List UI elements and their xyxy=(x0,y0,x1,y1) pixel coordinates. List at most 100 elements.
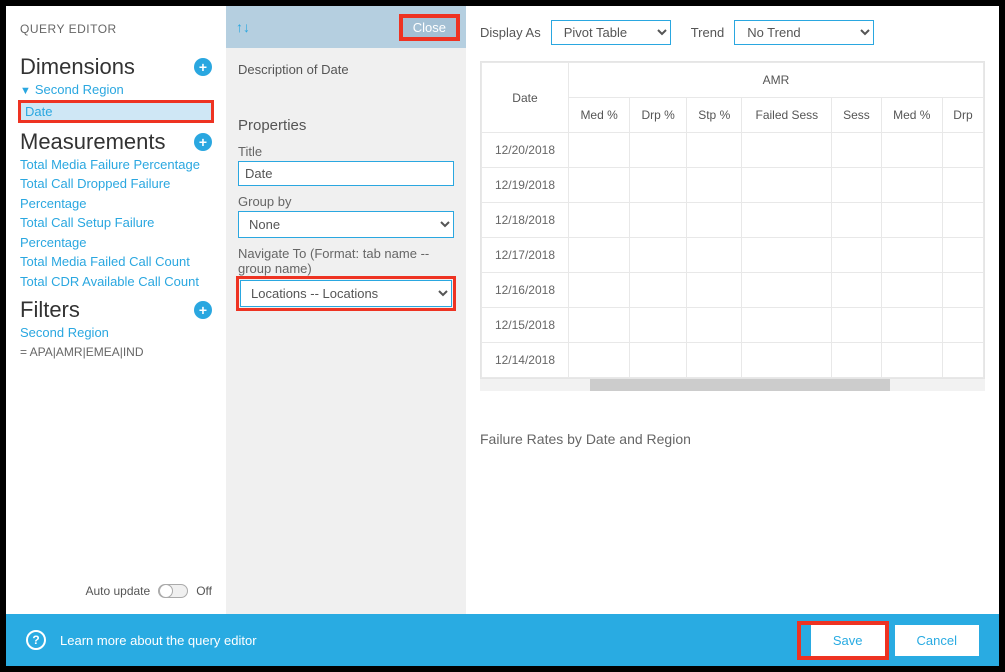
measurement-item[interactable]: Total Call Setup Failure Percentage xyxy=(20,213,212,252)
filter-expression: = APA|AMR|EMEA|IND xyxy=(20,345,212,359)
help-icon[interactable]: ? xyxy=(26,630,46,650)
value-cell xyxy=(832,273,881,308)
expand-icon: ▼ xyxy=(20,83,31,100)
value-cell xyxy=(687,133,742,168)
value-cell xyxy=(832,308,881,343)
value-cell xyxy=(687,168,742,203)
table-row: 12/19/2018 xyxy=(482,168,984,203)
value-cell xyxy=(568,308,629,343)
close-button[interactable]: Close xyxy=(403,18,456,37)
value-cell xyxy=(942,343,983,378)
value-cell xyxy=(742,168,832,203)
display-as-select[interactable]: Pivot Table xyxy=(551,20,671,45)
properties-heading: Properties xyxy=(238,117,454,134)
value-cell xyxy=(832,343,881,378)
value-cell xyxy=(568,238,629,273)
value-cell xyxy=(881,238,942,273)
group-by-label: Group by xyxy=(238,194,454,209)
auto-update-state: Off xyxy=(196,584,212,598)
column-header: Med % xyxy=(881,98,942,133)
value-cell xyxy=(568,343,629,378)
value-cell xyxy=(832,238,881,273)
value-cell xyxy=(742,238,832,273)
date-cell: 12/18/2018 xyxy=(482,203,569,238)
group-by-select[interactable]: None xyxy=(238,211,454,238)
column-header: Stp % xyxy=(687,98,742,133)
column-header: Drp % xyxy=(630,98,687,133)
save-button[interactable]: Save xyxy=(811,625,885,656)
value-cell xyxy=(630,308,687,343)
horizontal-scrollbar[interactable] xyxy=(480,379,985,391)
value-cell xyxy=(630,168,687,203)
add-measurement-button[interactable]: + xyxy=(194,133,212,151)
value-cell xyxy=(942,308,983,343)
table-row: 12/18/2018 xyxy=(482,203,984,238)
value-cell xyxy=(687,273,742,308)
value-cell xyxy=(568,203,629,238)
sidebar: QUERY EDITOR Dimensions + ▼Second Region… xyxy=(6,6,226,614)
value-cell xyxy=(832,133,881,168)
measurement-item[interactable]: Total Media Failure Percentage xyxy=(20,155,212,175)
date-cell: 12/20/2018 xyxy=(482,133,569,168)
trend-select[interactable]: No Trend xyxy=(734,20,874,45)
value-cell xyxy=(942,273,983,308)
field-description: Description of Date xyxy=(238,62,454,77)
group-header: AMR xyxy=(568,63,983,98)
value-cell xyxy=(881,133,942,168)
reorder-icon[interactable]: ↑↓ xyxy=(236,19,250,35)
cancel-button[interactable]: Cancel xyxy=(895,625,979,656)
value-cell xyxy=(568,168,629,203)
navigate-select[interactable]: Locations -- Locations xyxy=(240,280,452,307)
column-header: Sess xyxy=(832,98,881,133)
table-row: 12/17/2018 xyxy=(482,238,984,273)
filters-heading: Filters xyxy=(20,297,80,323)
date-cell: 12/19/2018 xyxy=(482,168,569,203)
dimension-second-region[interactable]: ▼Second Region xyxy=(20,80,212,100)
value-cell xyxy=(742,273,832,308)
title-input[interactable] xyxy=(238,161,454,186)
date-cell: 12/16/2018 xyxy=(482,273,569,308)
value-cell xyxy=(687,238,742,273)
measurement-item[interactable]: Total Call Dropped Failure Percentage xyxy=(20,174,212,213)
value-cell xyxy=(568,273,629,308)
properties-panel: ↑↓ Close Description of Date Properties … xyxy=(226,6,466,614)
table-row: 12/15/2018 xyxy=(482,308,984,343)
help-text[interactable]: Learn more about the query editor xyxy=(60,633,257,648)
trend-label: Trend xyxy=(691,25,724,40)
table-row: 12/20/2018 xyxy=(482,133,984,168)
value-cell xyxy=(630,133,687,168)
title-label: Title xyxy=(238,144,454,159)
measurement-item[interactable]: Total Media Failed Call Count xyxy=(20,252,212,272)
dimensions-heading: Dimensions xyxy=(20,54,135,80)
value-cell xyxy=(742,308,832,343)
measurement-item[interactable]: Total CDR Available Call Count xyxy=(20,272,212,292)
row-header: Date xyxy=(482,63,569,133)
date-cell: 12/14/2018 xyxy=(482,343,569,378)
value-cell xyxy=(881,203,942,238)
pivot-table: Date AMR Med %Drp %Stp %Failed SessSessM… xyxy=(481,62,984,378)
add-filter-button[interactable]: + xyxy=(194,301,212,319)
filter-item[interactable]: Second Region xyxy=(20,323,212,343)
date-cell: 12/15/2018 xyxy=(482,308,569,343)
column-header: Failed Sess xyxy=(742,98,832,133)
value-cell xyxy=(881,343,942,378)
add-dimension-button[interactable]: + xyxy=(194,58,212,76)
value-cell xyxy=(881,168,942,203)
value-cell xyxy=(832,168,881,203)
results-panel: Display As Pivot Table Trend No Trend Da… xyxy=(466,6,999,614)
pivot-table-wrap: Date AMR Med %Drp %Stp %Failed SessSessM… xyxy=(480,61,985,379)
table-row: 12/16/2018 xyxy=(482,273,984,308)
value-cell xyxy=(630,203,687,238)
dimension-date[interactable]: Date xyxy=(20,102,212,121)
value-cell xyxy=(568,133,629,168)
value-cell xyxy=(942,133,983,168)
auto-update-label: Auto update xyxy=(85,584,150,598)
measurements-heading: Measurements xyxy=(20,129,166,155)
footer-bar: ? Learn more about the query editor Save… xyxy=(6,614,999,666)
auto-update-toggle[interactable] xyxy=(158,584,188,598)
navigate-label: Navigate To (Format: tab name -- group n… xyxy=(238,246,454,276)
value-cell xyxy=(881,273,942,308)
value-cell xyxy=(881,308,942,343)
value-cell xyxy=(742,203,832,238)
value-cell xyxy=(687,203,742,238)
